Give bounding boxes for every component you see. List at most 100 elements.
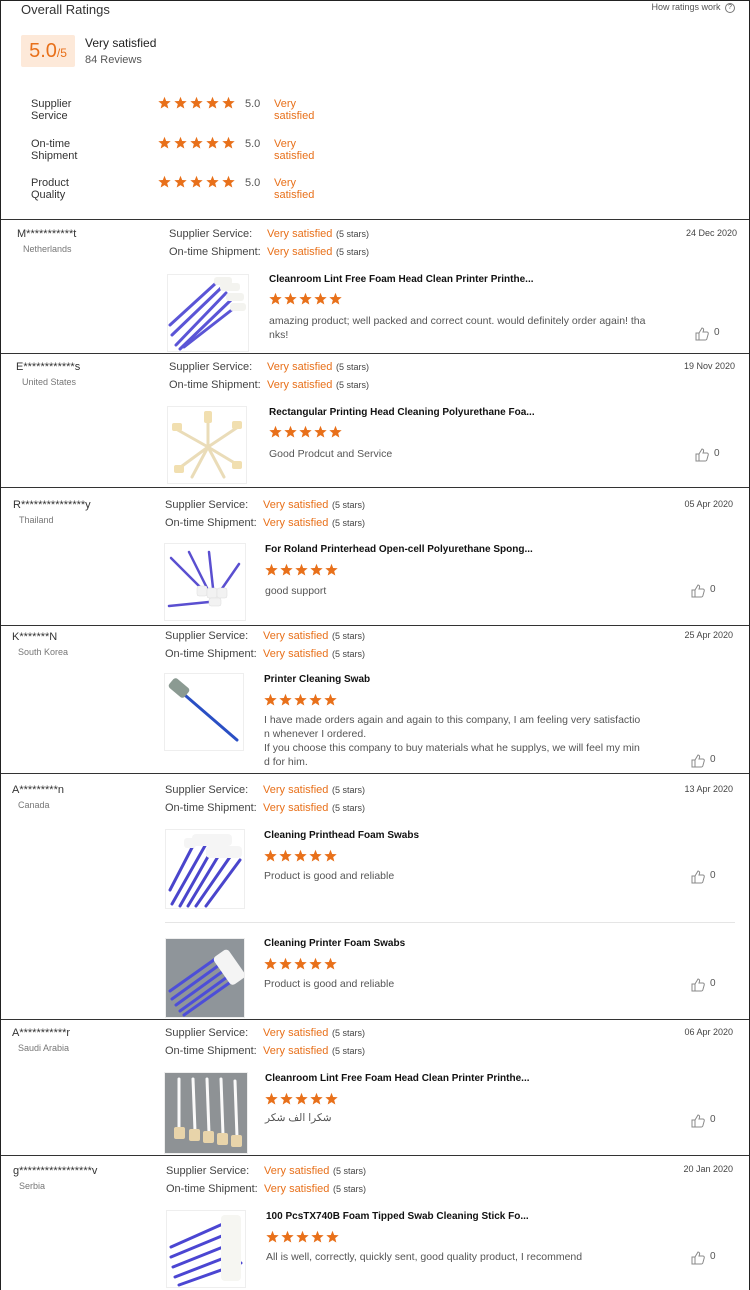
- like-button[interactable]: 0: [690, 753, 720, 769]
- star-icon: [158, 96, 171, 109]
- star-icon: [310, 1092, 323, 1105]
- review-card: K*******N South Korea 25 Apr 2020 Suppli…: [1, 625, 749, 774]
- overall-score-text: Very satisfied: [85, 36, 157, 50]
- star-rating-icon: [158, 136, 235, 149]
- ontime-shipment-row: On-time Shipment: Very satisfied (5 star…: [165, 517, 385, 533]
- like-button[interactable]: 0: [694, 326, 724, 342]
- like-button[interactable]: 0: [690, 1250, 720, 1266]
- metric-word: Very satisfied: [274, 138, 315, 162]
- product-thumbnail[interactable]: [165, 938, 245, 1018]
- product-thumbnail[interactable]: [166, 1210, 246, 1288]
- product-thumbnail[interactable]: [164, 1072, 248, 1154]
- product-star-rating-icon: [265, 1092, 338, 1105]
- like-button[interactable]: 0: [690, 869, 720, 885]
- like-count: 0: [710, 754, 716, 765]
- product-title[interactable]: Cleanroom Lint Free Foam Head Clean Prin…: [269, 274, 534, 285]
- supplier-service-row: Supplier Service: Very satisfied (5 star…: [169, 361, 389, 377]
- star-icon: [325, 563, 338, 576]
- ontime-shipment-value: Very satisfied: [263, 1045, 329, 1057]
- thumbs-up-icon: [691, 978, 705, 992]
- product-title[interactable]: Cleaning Printhead Foam Swabs: [264, 830, 419, 841]
- thumbs-up-icon: [691, 584, 705, 598]
- product-thumbnail[interactable]: [164, 543, 246, 621]
- star-icon: [222, 175, 235, 188]
- like-count: 0: [710, 870, 716, 881]
- ontime-shipment-value: Very satisfied: [263, 648, 329, 660]
- product-title[interactable]: Rectangular Printing Head Cleaning Polyu…: [269, 407, 535, 418]
- supplier-service-row: Supplier Service: Very satisfied (5 star…: [165, 630, 385, 646]
- like-button[interactable]: 0: [690, 583, 720, 599]
- review-card: R***************y Thailand 05 Apr 2020 S…: [1, 487, 749, 626]
- product-thumbnail[interactable]: [167, 406, 247, 484]
- like-button[interactable]: 0: [690, 1113, 720, 1129]
- comment-line: I have made orders again and again to th…: [264, 714, 641, 726]
- star-icon: [269, 292, 282, 305]
- reviewer-country: Canada: [18, 800, 50, 810]
- review-comment: شكرا الف شكر: [265, 1111, 665, 1125]
- star-icon: [264, 957, 277, 970]
- star-rating-icon: [158, 175, 235, 188]
- review-date: 13 Apr 2020: [684, 784, 733, 794]
- product-title[interactable]: Printer Cleaning Swab: [264, 674, 370, 685]
- star-icon: [299, 292, 312, 305]
- like-button[interactable]: 0: [694, 447, 724, 463]
- product-title[interactable]: Cleaning Printer Foam Swabs: [264, 938, 405, 949]
- review-date: 06 Apr 2020: [684, 1027, 733, 1037]
- product-title[interactable]: Cleanroom Lint Free Foam Head Clean Prin…: [265, 1073, 530, 1084]
- overall-score-denominator: /5: [56, 46, 67, 60]
- ontime-shipment-value: Very satisfied: [267, 379, 333, 391]
- comment-line: Good Prodcut and Service: [269, 448, 393, 460]
- comment-line: Product is good and reliable: [264, 978, 395, 990]
- star-icon: [269, 425, 282, 438]
- supplier-service-label: Supplier Service:: [165, 1027, 249, 1039]
- supplier-service-row: Supplier Service: Very satisfied (5 star…: [165, 1027, 385, 1043]
- metric-label: Product Quality: [31, 177, 69, 201]
- like-count: 0: [710, 1251, 716, 1262]
- product-thumbnail[interactable]: [164, 673, 244, 751]
- star-icon: [284, 425, 297, 438]
- product-title[interactable]: 100 PcsTX740B Foam Tipped Swab Cleaning …: [266, 1211, 529, 1222]
- product-title[interactable]: For Roland Printerhead Open-cell Polyure…: [265, 544, 533, 555]
- ontime-shipment-row: On-time Shipment: Very satisfied (5 star…: [169, 379, 389, 395]
- star-icon: [296, 1230, 309, 1243]
- ontime-shipment-stars: (5 stars): [332, 518, 366, 528]
- like-count: 0: [714, 327, 720, 338]
- overall-ratings-title: Overall Ratings: [21, 2, 110, 17]
- thumbs-up-icon: [695, 327, 709, 341]
- product-star-rating-icon: [264, 693, 337, 706]
- ontime-shipment-stars: (5 stars): [336, 380, 370, 390]
- ontime-shipment-label: On-time Shipment:: [169, 379, 261, 391]
- ontime-shipment-stars: (5 stars): [333, 1184, 367, 1194]
- metric-label: On-time Shipment: [31, 138, 78, 162]
- star-icon: [266, 1230, 279, 1243]
- product-thumbnail[interactable]: [167, 274, 249, 352]
- star-icon: [314, 292, 327, 305]
- ontime-shipment-stars: (5 stars): [332, 1046, 366, 1056]
- supplier-service-label: Supplier Service:: [166, 1165, 250, 1177]
- review-comment: amazing product; well packed and correct…: [269, 314, 669, 342]
- supplier-service-value: Very satisfied: [263, 784, 329, 796]
- ontime-shipment-value: Very satisfied: [263, 517, 329, 529]
- star-icon: [264, 849, 277, 862]
- star-icon: [206, 96, 219, 109]
- product-star-rating-icon: [269, 425, 342, 438]
- product-thumbnail[interactable]: [165, 829, 245, 909]
- overall-ratings-summary: Overall Ratings How ratings work ? 5.0/5…: [1, 1, 749, 219]
- ontime-shipment-row: On-time Shipment: Very satisfied (5 star…: [166, 1183, 386, 1199]
- product-divider: [165, 922, 735, 923]
- reviewer-country: South Korea: [18, 647, 69, 657]
- like-count: 0: [710, 1114, 716, 1125]
- reviewer-name: A*********n: [12, 784, 64, 796]
- star-icon: [309, 957, 322, 970]
- star-icon: [222, 136, 235, 149]
- ontime-shipment-row: On-time Shipment: Very satisfied (5 star…: [169, 246, 389, 262]
- review-date: 24 Dec 2020: [685, 228, 737, 238]
- star-icon: [280, 563, 293, 576]
- like-button[interactable]: 0: [690, 977, 720, 993]
- how-ratings-work-link[interactable]: How ratings work ?: [651, 2, 735, 13]
- product-star-rating-icon: [264, 957, 337, 970]
- ontime-shipment-stars: (5 stars): [336, 247, 370, 257]
- product-star-rating-icon: [264, 849, 337, 862]
- overall-score: 5.0: [29, 40, 57, 62]
- ontime-shipment-label: On-time Shipment:: [165, 648, 257, 660]
